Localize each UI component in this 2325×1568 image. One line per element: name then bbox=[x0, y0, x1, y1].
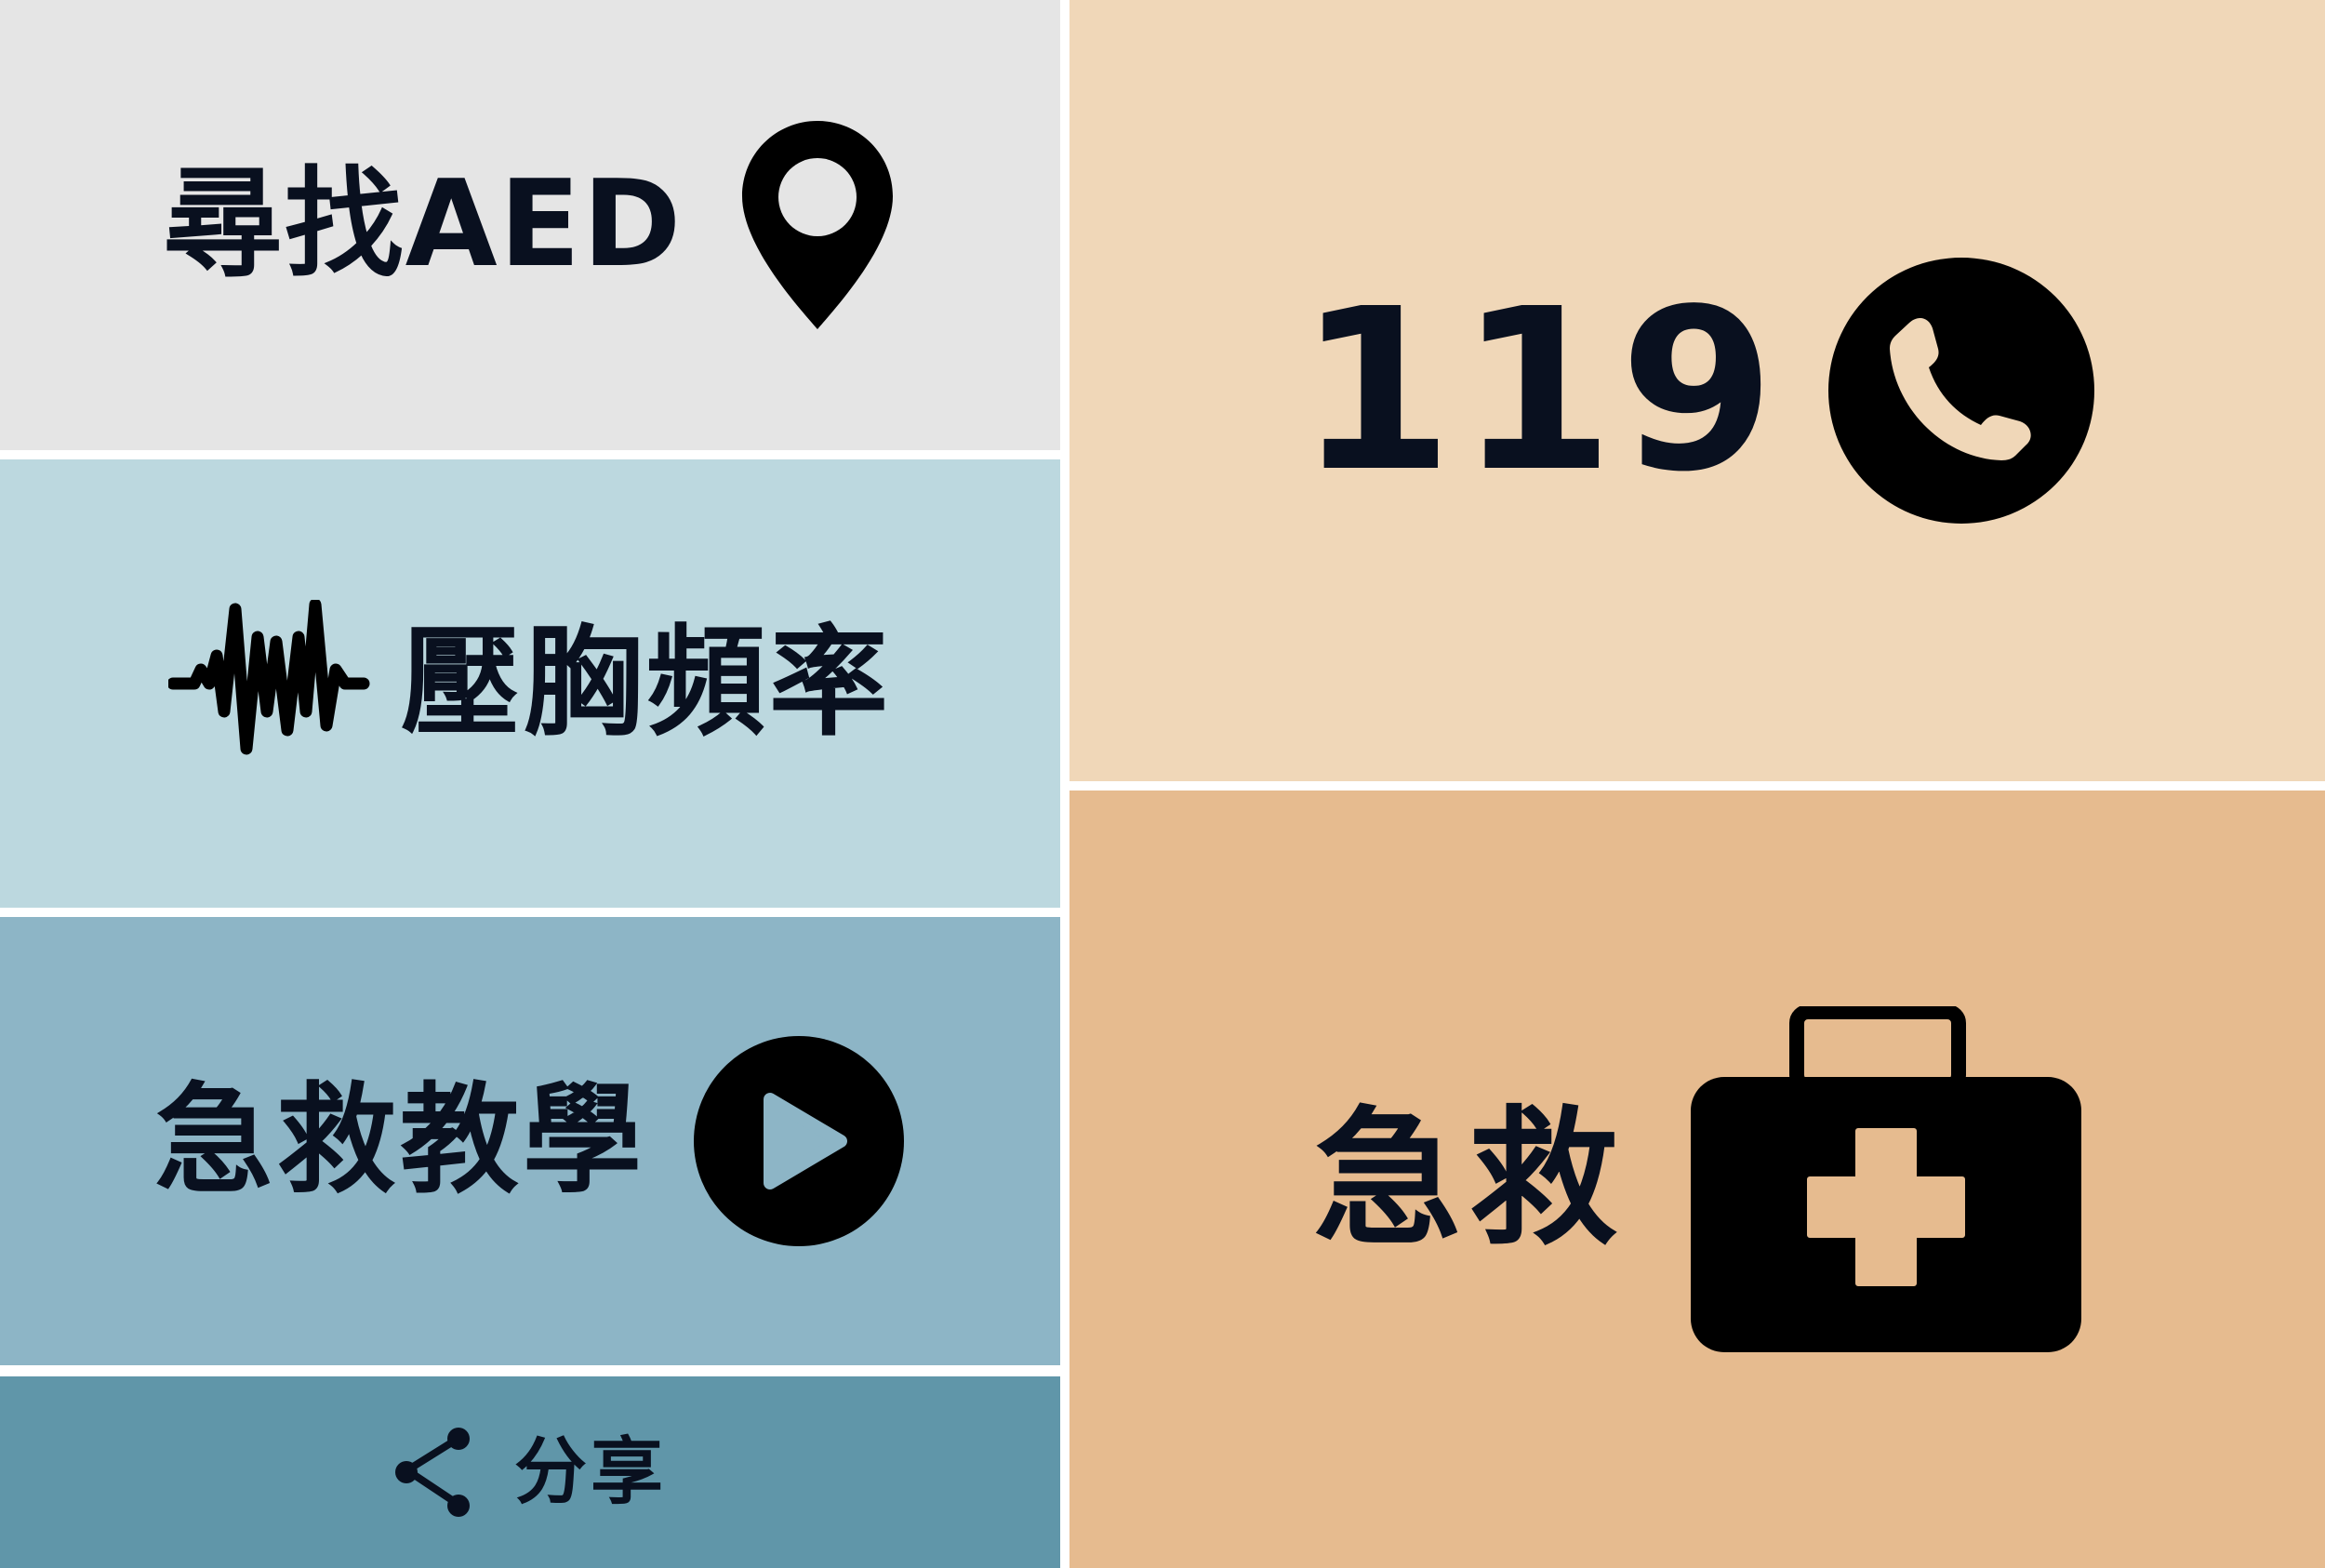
compression-rate-label: 壓胸頻率 bbox=[400, 614, 892, 752]
share-icon bbox=[393, 1428, 477, 1517]
heartbeat-wave-icon bbox=[167, 600, 373, 767]
first-aid-tutorial-tile[interactable]: 急救教學 bbox=[0, 917, 1060, 1365]
first-aid-kit-icon bbox=[1691, 1006, 2081, 1352]
call-119-tile[interactable]: 119 bbox=[1070, 0, 2325, 781]
find-aed-label: 尋找AED bbox=[163, 155, 684, 294]
call-119-label: 119 bbox=[1297, 260, 1781, 521]
share-tile[interactable]: 分享 bbox=[0, 1376, 1060, 1568]
first-aid-label: 急救 bbox=[1312, 1092, 1626, 1266]
compression-rate-tile[interactable]: 壓胸頻率 bbox=[0, 459, 1060, 908]
map-pin-icon bbox=[738, 117, 897, 333]
share-label: 分享 bbox=[513, 1430, 667, 1514]
play-circle-icon bbox=[692, 1034, 906, 1248]
first-aid-tile[interactable]: 急救 bbox=[1070, 791, 2325, 1568]
find-aed-tile[interactable]: 尋找AED bbox=[0, 0, 1060, 450]
first-aid-tutorial-label: 急救教學 bbox=[153, 1071, 645, 1210]
phone-circle-icon bbox=[1827, 256, 2096, 525]
